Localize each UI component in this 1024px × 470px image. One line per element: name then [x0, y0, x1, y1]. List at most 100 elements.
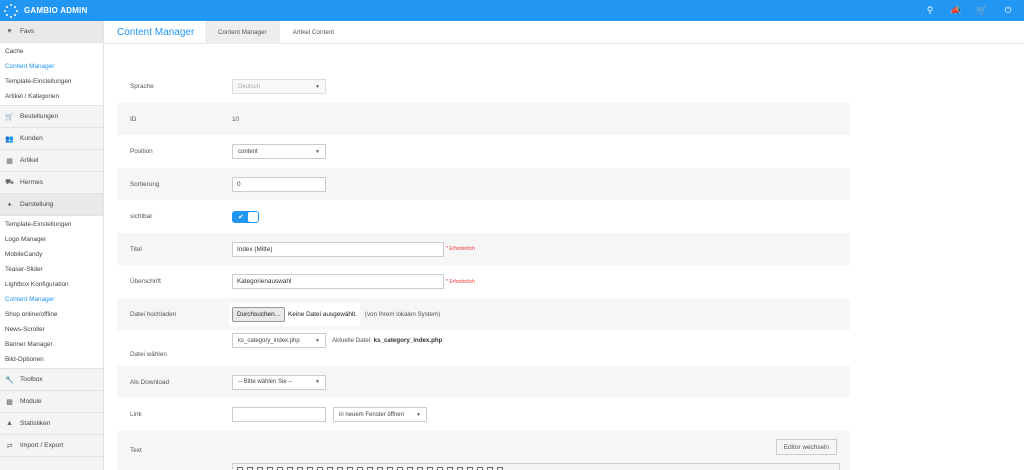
tab-artikel-content[interactable]: Artikel Content: [280, 21, 347, 44]
search-icon[interactable]: ⚲: [924, 6, 936, 15]
strike-icon[interactable]: [467, 466, 473, 470]
row-titel: Titel Index (Mitte) * Erforderlich: [117, 233, 850, 265]
sidebar-item-artikel-kategorien[interactable]: Artikel / Kategorien: [0, 89, 103, 104]
sidebar: ♥ Favs Cache Content Manager Template-Ei…: [0, 21, 104, 470]
sidebar-item-bild-optionen[interactable]: Bild-Optionen: [0, 352, 103, 367]
source-icon[interactable]: [237, 466, 243, 470]
browse-button[interactable]: Durchsuchen...: [232, 306, 285, 322]
sidebar-section-label: Module: [20, 398, 42, 405]
redo-icon[interactable]: [297, 466, 303, 470]
bold-icon[interactable]: [437, 466, 443, 470]
sidebar-section-hermes[interactable]: ⛟ Hermes: [0, 172, 103, 194]
sidebar-item-banner-manager[interactable]: Banner Manager: [0, 337, 103, 352]
sidebar-section-favs[interactable]: ♥ Favs: [0, 21, 103, 43]
sidebar-item-logo-manager[interactable]: Logo Manager: [0, 232, 103, 247]
row-text: Text Editor wechseln: [117, 431, 850, 470]
megaphone-icon[interactable]: 📣: [950, 6, 962, 15]
sichtbar-toggle[interactable]: ✔: [232, 210, 259, 223]
sortierung-input[interactable]: 0: [232, 176, 326, 192]
textarea-icon[interactable]: [387, 466, 393, 470]
toggle-knob: [248, 211, 258, 222]
form-icon[interactable]: [347, 466, 353, 470]
sidebar-section-bestellungen[interactable]: 🛒 Bestellungen: [0, 106, 103, 128]
replace-icon[interactable]: [317, 466, 323, 470]
chevron-down-icon: ▼: [416, 411, 421, 418]
row-id: ID 10: [117, 103, 850, 135]
link-target-value: in neuem Fenster öffnen: [339, 411, 404, 418]
ueberschrift-label: Überschrift: [130, 278, 161, 285]
tab-content-manager[interactable]: Content Manager: [205, 20, 280, 44]
sidebar-section-label: Import / Export: [20, 442, 64, 449]
chevron-down-icon: ▼: [315, 337, 320, 344]
link-label: Link: [130, 411, 142, 418]
row-link: Link in neuem Fenster öffnen ▼: [117, 398, 850, 431]
italic-icon[interactable]: [447, 466, 453, 470]
paste-icon[interactable]: [267, 466, 273, 470]
brand-title: GAMBIO ADMIN: [24, 6, 88, 15]
sidebar-section-label: Hermes: [20, 179, 44, 186]
sidebar-section-toolbox[interactable]: 🔧 Toolbox: [0, 369, 103, 391]
sidebar-item-content-manager[interactable]: Content Manager: [0, 59, 103, 74]
editor-toolbar: [232, 463, 840, 470]
subscript-icon[interactable]: [477, 466, 483, 470]
sidebar-section-kunden[interactable]: 👥 Kunden: [0, 128, 103, 150]
underline-icon[interactable]: [457, 466, 463, 470]
datei-hochladen-label: Datei hochladen: [130, 310, 177, 318]
chevron-down-icon: ▼: [315, 379, 320, 385]
document-icon[interactable]: [247, 466, 253, 470]
sidebar-section-statistiken[interactable]: ▲ Statistiken: [0, 413, 103, 435]
favs-list: Cache Content Manager Template-Einstellu…: [0, 43, 103, 106]
check-icon: ✔: [238, 213, 244, 221]
checkbox-icon[interactable]: [357, 466, 363, 470]
textfield-icon[interactable]: [377, 466, 383, 470]
sidebar-item-template-einstellungen[interactable]: Template-Einstellungen: [0, 217, 103, 232]
required-marker: * Erforderlich: [446, 278, 475, 285]
position-value: content: [238, 148, 258, 155]
radio-icon[interactable]: [367, 466, 373, 470]
sidebar-item-cache[interactable]: Cache: [0, 44, 103, 59]
remove-format-icon[interactable]: [497, 466, 503, 470]
sidebar-section-label: Bestellungen: [20, 113, 59, 120]
paste-text-icon[interactable]: [277, 466, 283, 470]
top-bar: GAMBIO ADMIN ⚲ 📣 🛒 ⏻: [0, 0, 1024, 21]
brand[interactable]: GAMBIO ADMIN: [0, 0, 104, 21]
spellcheck-icon[interactable]: [337, 466, 343, 470]
image-button-icon[interactable]: [417, 466, 423, 470]
sprache-value: Deutsch: [238, 83, 261, 90]
sprache-select[interactable]: Deutsch ▼: [232, 79, 326, 94]
switch-editor-button[interactable]: Editor wechseln: [775, 439, 837, 455]
cart-icon[interactable]: 🛒: [976, 6, 988, 15]
power-icon[interactable]: ⏻: [1002, 6, 1014, 15]
datei-waehlen-select[interactable]: ks_category_index.php ▼: [232, 333, 326, 348]
row-ueberschrift: Überschrift Kategorienauswahl * Erforder…: [117, 265, 850, 298]
sidebar-section-darstellung[interactable]: ✦ Darstellung: [0, 194, 103, 216]
select-all-icon[interactable]: [327, 466, 333, 470]
sidebar-item-teaser-slider[interactable]: Teaser-Slider: [0, 262, 103, 277]
superscript-icon[interactable]: [487, 466, 493, 470]
sidebar-section-import-export[interactable]: ⇄ Import / Export: [0, 435, 103, 457]
sidebar-section-artikel[interactable]: ▦ Artikel: [0, 150, 103, 172]
position-select[interactable]: content ▼: [232, 144, 326, 159]
sidebar-section-module[interactable]: ▩ Module: [0, 391, 103, 413]
id-label: ID: [130, 115, 137, 123]
link-target-select[interactable]: in neuem Fenster öffnen ▼: [333, 407, 427, 422]
sidebar-item-template-einstellungen[interactable]: Template-Einstellungen: [0, 74, 103, 89]
sidebar-item-lightbox-konfiguration[interactable]: Lightbox Konfiguration: [0, 277, 103, 292]
sidebar-item-content-manager[interactable]: Content Manager: [0, 292, 103, 307]
sidebar-item-news-scroller[interactable]: News-Scroller: [0, 322, 103, 337]
find-icon[interactable]: [307, 466, 313, 470]
sidebar-item-mobilecandy[interactable]: MobileCandy: [0, 247, 103, 262]
als-download-select[interactable]: -- Bitte wählen Sie -- ▼: [232, 374, 326, 390]
hidden-field-icon[interactable]: [427, 466, 433, 470]
select-icon[interactable]: [397, 466, 403, 470]
link-input[interactable]: [232, 407, 326, 422]
button-icon[interactable]: [407, 466, 413, 470]
upload-hint: (von Ihrem lokalen System): [364, 310, 441, 318]
undo-icon[interactable]: [287, 466, 293, 470]
ueberschrift-input[interactable]: Kategorienauswahl: [232, 274, 444, 289]
current-file-prefix: Aktuelle Datei:: [332, 337, 372, 344]
titel-input[interactable]: Index (Mitte): [232, 241, 444, 257]
sidebar-item-shop-online-offline[interactable]: Shop online/offline: [0, 307, 103, 322]
copy-icon[interactable]: [257, 466, 263, 470]
cubes-icon: ▦: [6, 157, 13, 165]
